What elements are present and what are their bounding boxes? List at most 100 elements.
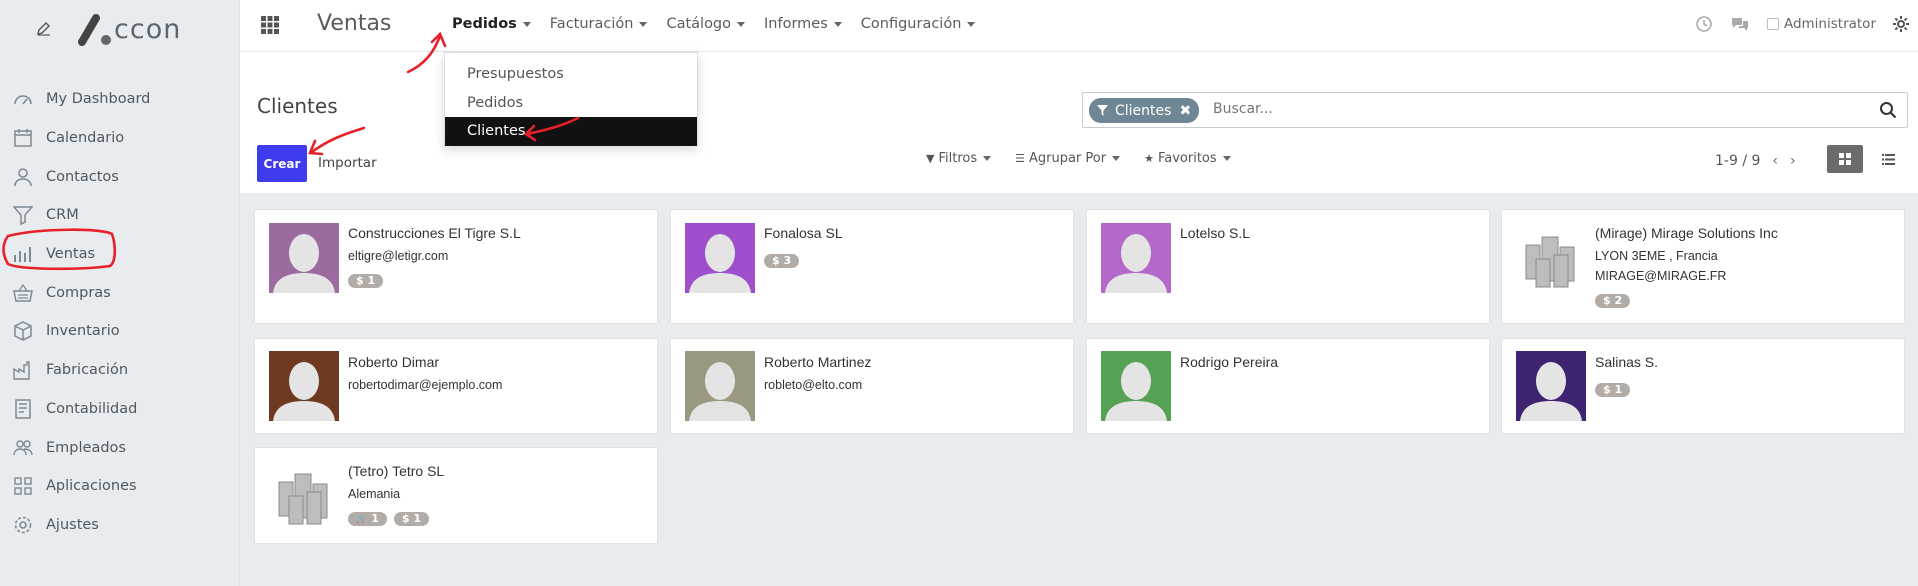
purchase-count-badge[interactable]: 🛒 1: [348, 512, 387, 526]
sidebar-item-my-dashboard[interactable]: My Dashboard: [0, 80, 239, 119]
customer-name: Lotelso S.L: [1180, 225, 1251, 241]
favorites-label: Favoritos: [1157, 151, 1217, 166]
customer-card[interactable]: Lotelso S.L: [1086, 209, 1490, 324]
filters-dropdown[interactable]: ▼ Filtros: [926, 151, 992, 166]
sidebar-item-contactos[interactable]: Contactos: [0, 157, 239, 196]
pedidos-dropdown-menu: Presupuestos Pedidos Clientes: [444, 52, 698, 146]
sale-count-badge[interactable]: $ 1: [393, 512, 430, 526]
chevron-down-icon: [1112, 156, 1121, 161]
person-avatar: [1101, 351, 1171, 421]
customer-name: Rodrigo Pereira: [1180, 354, 1279, 370]
facet-remove-icon[interactable]: ✖: [1179, 103, 1191, 119]
sidebar-item-label: Calendario: [46, 130, 125, 147]
customer-name: Fonalosa SL: [764, 225, 843, 241]
customer-card[interactable]: Rodrigo Pereira: [1086, 338, 1490, 434]
list-icon: [1881, 153, 1895, 165]
customer-card[interactable]: Roberto Martinez robleto@elto.com: [670, 338, 1074, 434]
person-avatar: [269, 351, 339, 421]
gear-icon: [12, 514, 34, 536]
chevron-down-icon: [983, 156, 992, 161]
edit-icon[interactable]: [36, 21, 52, 37]
customer-name: (Tetro) Tetro SL: [348, 463, 445, 479]
sidebar-item-aplicaciones[interactable]: Aplicaciones: [0, 467, 239, 506]
company-avatar: [1516, 223, 1586, 293]
badge-group: $ 3: [764, 254, 806, 268]
chat-icon[interactable]: [1731, 15, 1749, 33]
create-button[interactable]: Crear: [257, 145, 307, 182]
clock-icon[interactable]: [1695, 15, 1713, 33]
sidebar-item-label: Aplicaciones: [46, 478, 137, 495]
search-options: ▼ Filtros ☰ Agrupar Por ★ Favoritos: [926, 151, 1255, 166]
list-icon: ☰: [1015, 152, 1025, 165]
menu-informes[interactable]: Informes: [764, 16, 842, 32]
search-icon[interactable]: [1879, 101, 1897, 119]
funnel-icon: ▼: [926, 152, 935, 165]
sale-count-badge[interactable]: $ 2: [1595, 294, 1631, 308]
sidebar-item-label: Compras: [46, 284, 111, 301]
menu-facturación[interactable]: Facturación: [550, 16, 648, 32]
customer-card[interactable]: Fonalosa SL $ 3: [670, 209, 1074, 324]
basket-icon: [12, 282, 34, 304]
import-button[interactable]: Importar: [318, 155, 377, 171]
menu-catálogo[interactable]: Catálogo: [666, 16, 746, 32]
menu-configuración[interactable]: Configuración: [861, 16, 976, 32]
user-menu[interactable]: Administrator: [1766, 16, 1876, 32]
sale-count-badge[interactable]: $ 1: [348, 274, 384, 288]
kanban-view-button[interactable]: [1827, 145, 1863, 173]
sale-count-badge[interactable]: $ 1: [1595, 383, 1631, 397]
sidebar-item-label: Ventas: [46, 246, 96, 263]
top-navbar: Ventas Pedidos Facturación Catálogo Informe…: [240, 0, 1918, 52]
person-avatar: [269, 223, 339, 293]
sidebar-item-label: Inventario: [46, 323, 120, 340]
sidebar-item-crm[interactable]: CRM: [0, 196, 239, 235]
facet-label: Clientes: [1115, 102, 1172, 119]
customer-name: Roberto Dimar: [348, 354, 440, 370]
badge-text: $ 2: [1603, 294, 1623, 307]
favorites-dropdown[interactable]: ★ Favoritos: [1144, 151, 1231, 166]
chevron-down-icon: [639, 21, 648, 27]
sidebar-item-fabricación[interactable]: Fabricación: [0, 351, 239, 390]
gear-icon[interactable]: [1892, 15, 1910, 33]
sidebar-item-calendario[interactable]: Calendario: [0, 119, 239, 158]
accon-logo[interactable]: ccon: [76, 12, 181, 46]
funnel-icon: [1097, 105, 1108, 116]
customer-name: Salinas S.: [1595, 354, 1659, 370]
sidebar-item-ventas[interactable]: Ventas: [0, 235, 239, 274]
badge-text: $ 3: [772, 254, 792, 267]
sale-count-badge[interactable]: $ 3: [764, 254, 800, 268]
customer-detail: eltigre@letigr.com: [348, 249, 449, 263]
sidebar-item-label: Ajustes: [46, 516, 99, 533]
dropdown-item-clientes[interactable]: Clientes: [445, 117, 697, 146]
menu-label: Pedidos: [452, 16, 517, 32]
pager-value[interactable]: 1-9 / 9: [1715, 153, 1760, 169]
customer-card[interactable]: Construcciones El Tigre S.L eltigre@letig…: [254, 209, 658, 324]
bar-chart-icon: [12, 243, 34, 265]
badge-group: $ 1: [1595, 383, 1637, 397]
customer-name: Construcciones El Tigre S.L: [348, 225, 521, 241]
dropdown-item-pedidos[interactable]: Pedidos: [445, 89, 697, 118]
customer-card[interactable]: (Tetro) Tetro SL Alemania 🛒 1 $ 1: [254, 447, 658, 544]
menu-pedidos[interactable]: Pedidos: [452, 16, 531, 32]
customer-card[interactable]: (Mirage) Mirage Solutions Inc LYON 3EME ,…: [1501, 209, 1905, 324]
customer-card[interactable]: Roberto Dimar robertodimar@ejemplo.com: [254, 338, 658, 434]
dropdown-item-presupuestos[interactable]: Presupuestos: [445, 60, 697, 89]
sidebar-item-label: Contactos: [46, 168, 119, 185]
systray: Administrator: [1695, 15, 1918, 33]
person-avatar: [685, 351, 755, 421]
search-input[interactable]: [1213, 101, 1863, 117]
sidebar-item-empleados[interactable]: Empleados: [0, 428, 239, 467]
apps-grid-icon[interactable]: [260, 15, 280, 35]
sidebar-item-compras[interactable]: Compras: [0, 273, 239, 312]
person-avatar: [685, 223, 755, 293]
chevron-left-icon[interactable]: ‹: [1772, 153, 1778, 169]
app-title: Ventas: [317, 11, 392, 36]
sidebar-item-contabilidad[interactable]: Contabilidad: [0, 390, 239, 429]
list-view-button[interactable]: [1870, 145, 1906, 173]
chevron-right-icon[interactable]: ›: [1790, 153, 1796, 169]
sidebar-item-ajustes[interactable]: Ajustes: [0, 506, 239, 545]
customer-card[interactable]: Salinas S. $ 1: [1501, 338, 1905, 434]
sidebar-item-inventario[interactable]: Inventario: [0, 312, 239, 351]
sidebar-item-label: Fabricación: [46, 362, 129, 379]
customer-detail: LYON 3EME , Francia: [1595, 249, 1718, 263]
group-by-dropdown[interactable]: ☰ Agrupar Por: [1015, 151, 1121, 166]
